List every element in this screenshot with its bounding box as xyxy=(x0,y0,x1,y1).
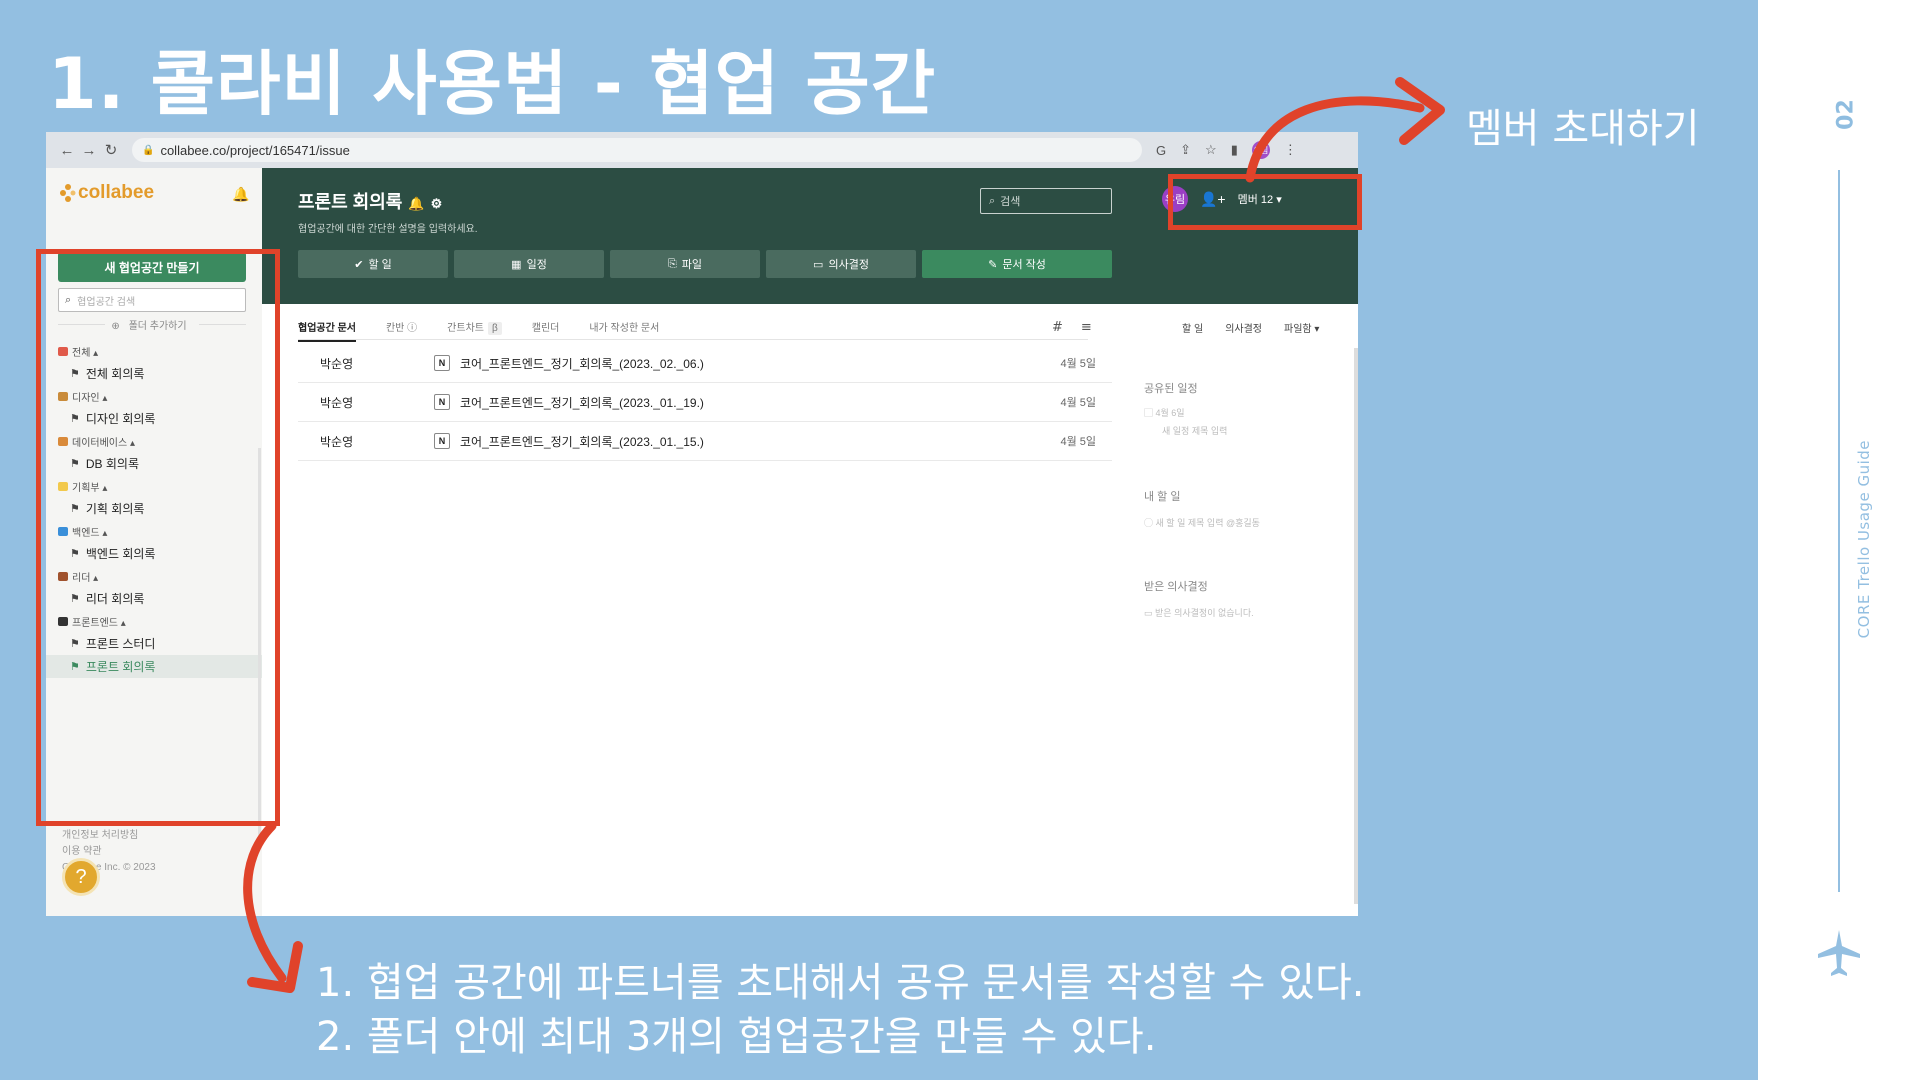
menu-icon[interactable]: ⋮ xyxy=(1284,142,1297,158)
address-bar[interactable]: 🔒 collabee.co/project/165471/issue xyxy=(132,138,1142,162)
share-icon[interactable]: ⇪ xyxy=(1180,142,1191,158)
check-icon: ✔ xyxy=(354,258,364,271)
search-icon: ⌕ xyxy=(989,194,996,207)
document-tabs: 협업공간 문서 칸반 ⓘ 간트차트 β 캘린더 내가 작성한 문서 xyxy=(298,314,1088,342)
notion-icon: N xyxy=(434,433,450,449)
new-todo-input[interactable]: ◯ 새 할 일 제목 입력 @홍길동 xyxy=(1144,516,1260,529)
chat-icon: ▭ xyxy=(813,258,824,271)
back-icon[interactable]: ← xyxy=(56,142,78,159)
new-schedule-input[interactable]: 새 일정 제목 입력 xyxy=(1162,424,1227,437)
pencil-icon: ✎ xyxy=(988,258,998,271)
profile-avatar[interactable]: 유림 xyxy=(1251,141,1270,159)
doc-date: 4월 5일 xyxy=(1060,436,1096,448)
tab-file[interactable]: ⎘ 파일 xyxy=(610,250,760,278)
schedule-date: ▢ 4월 6일 xyxy=(1144,408,1185,418)
doc-tools: # ≡ xyxy=(1052,320,1092,335)
my-todo-title: 내 할 일 xyxy=(1144,491,1181,503)
doc-name[interactable]: 코어_프론트엔드_정기_회의록_(2023._02._06.) xyxy=(460,355,1032,372)
gear-icon[interactable]: ⚙ xyxy=(431,196,443,211)
notion-icon: N xyxy=(434,355,450,371)
write-document-button[interactable]: ✎ 문서 작성 xyxy=(922,250,1112,278)
lock-icon: 🔒 xyxy=(142,144,155,156)
doc-name[interactable]: 코어_프론트엔드_정기_회의록_(2023._01._15.) xyxy=(460,433,1032,450)
reload-icon[interactable]: ↻ xyxy=(100,141,122,159)
privacy-link[interactable]: 개인정보 처리방침 xyxy=(62,828,156,844)
hash-icon[interactable]: # xyxy=(1052,320,1063,335)
right-tabs: 할 일 의사결정 파일함 ▾ xyxy=(1182,320,1319,335)
tab-workspace-docs[interactable]: 협업공간 문서 xyxy=(298,319,356,342)
paperclip-icon: ⎘ xyxy=(667,257,677,270)
tab-schedule[interactable]: ▦ 일정 xyxy=(454,250,604,278)
doc-date: 4월 5일 xyxy=(1060,397,1096,409)
notion-icon: N xyxy=(434,394,450,410)
received-decisions-title: 받은 의사결정 xyxy=(1144,581,1208,593)
sidepanel-icon[interactable]: ▮ xyxy=(1231,142,1238,158)
callout-member-invite: 멤버 초대하기 xyxy=(1466,106,1700,152)
tab-my-docs[interactable]: 내가 작성한 문서 xyxy=(589,319,659,334)
doc-author: 박순영 xyxy=(320,434,354,449)
right-tab-todo[interactable]: 할 일 xyxy=(1182,320,1203,335)
calendar-icon: ▢ xyxy=(1144,408,1156,418)
document-list: 박순영 N 코어_프론트엔드_정기_회의록_(2023._02._06.) 4월… xyxy=(298,344,1112,461)
tab-decision[interactable]: ▭ 의사결정 xyxy=(766,250,916,278)
bell-icon[interactable]: 🔔 xyxy=(408,196,424,211)
project-title: 프론트 회의록 🔔 ⚙ xyxy=(298,192,443,212)
calendar-icon: ▦ xyxy=(511,258,522,271)
right-tab-decision[interactable]: 의사결정 xyxy=(1225,320,1262,335)
decision-empty: ▭ 받은 의사결정이 없습니다. xyxy=(1144,608,1254,618)
page-number: 02 xyxy=(1833,99,1859,130)
star-icon[interactable]: ☆ xyxy=(1205,142,1217,158)
action-tabs: ✔ 할 일 ▦ 일정 ⎘ 파일 ▭ 의사결정 ✎ 문서 작성 xyxy=(298,250,1112,278)
sidebar-highlight-box xyxy=(36,249,280,826)
sort-icon[interactable]: ≡ xyxy=(1081,320,1092,335)
beta-badge: β xyxy=(487,322,502,335)
doc-name[interactable]: 코어_프론트엔드_정기_회의록_(2023._01._19.) xyxy=(460,394,1032,411)
vertical-divider xyxy=(1838,170,1840,892)
main-scrollbar[interactable] xyxy=(1354,348,1358,904)
chat-icon: ▭ xyxy=(1144,608,1156,618)
browser-toolbar: ← → ↻ 🔒 collabee.co/project/165471/issue… xyxy=(46,132,1358,168)
project-search-input[interactable]: ⌕ 검색 xyxy=(980,188,1112,214)
tab-todo[interactable]: ✔ 할 일 xyxy=(298,250,448,278)
tab-kanban[interactable]: 칸반 ⓘ xyxy=(386,319,417,334)
doc-author: 박순영 xyxy=(320,395,354,410)
check-circle-icon: ◯ xyxy=(1144,518,1156,528)
bullet-2: 2. 폴더 안에 최대 3개의 협업공간을 만들 수 있다. xyxy=(316,1014,1157,1060)
member-highlight-box xyxy=(1168,174,1362,230)
notification-bell-icon[interactable]: 🔔 xyxy=(232,186,249,203)
help-button[interactable]: ? xyxy=(62,858,100,896)
logo-icon xyxy=(60,184,76,202)
airplane-icon xyxy=(1818,930,1860,976)
forward-icon[interactable]: → xyxy=(78,142,100,159)
table-row[interactable]: 박순영 N 코어_프론트엔드_정기_회의록_(2023._01._19.) 4월… xyxy=(298,383,1112,422)
project-description[interactable]: 협업공간에 대한 간단한 설명을 입력하세요. xyxy=(298,220,478,235)
bullet-1: 1. 협업 공간에 파트너를 초대해서 공유 문서를 작성할 수 있다. xyxy=(316,960,1365,1006)
slide-title: 1. 콜라비 사용법 - 협업 공간 xyxy=(48,43,937,125)
tab-calendar[interactable]: 캘린더 xyxy=(532,319,560,334)
shared-schedule-title: 공유된 일정 xyxy=(1144,383,1198,395)
collabee-logo[interactable]: collabee xyxy=(60,182,154,204)
table-row[interactable]: 박순영 N 코어_프론트엔드_정기_회의록_(2023._02._06.) 4월… xyxy=(298,344,1112,383)
table-row[interactable]: 박순영 N 코어_프론트엔드_정기_회의록_(2023._01._15.) 4월… xyxy=(298,422,1112,461)
main-panel: 프론트 회의록 🔔 ⚙ 협업공간에 대한 간단한 설명을 입력하세요. ⌕ 검색 유림… xyxy=(262,168,1358,916)
doc-author: 박순영 xyxy=(320,356,354,371)
google-icon[interactable]: G xyxy=(1156,143,1166,158)
doc-date: 4월 5일 xyxy=(1060,358,1096,370)
tab-gantt[interactable]: 간트차트 β xyxy=(447,319,502,335)
url-text: collabee.co/project/165471/issue xyxy=(160,142,350,158)
right-tab-files[interactable]: 파일함 ▾ xyxy=(1284,320,1319,335)
